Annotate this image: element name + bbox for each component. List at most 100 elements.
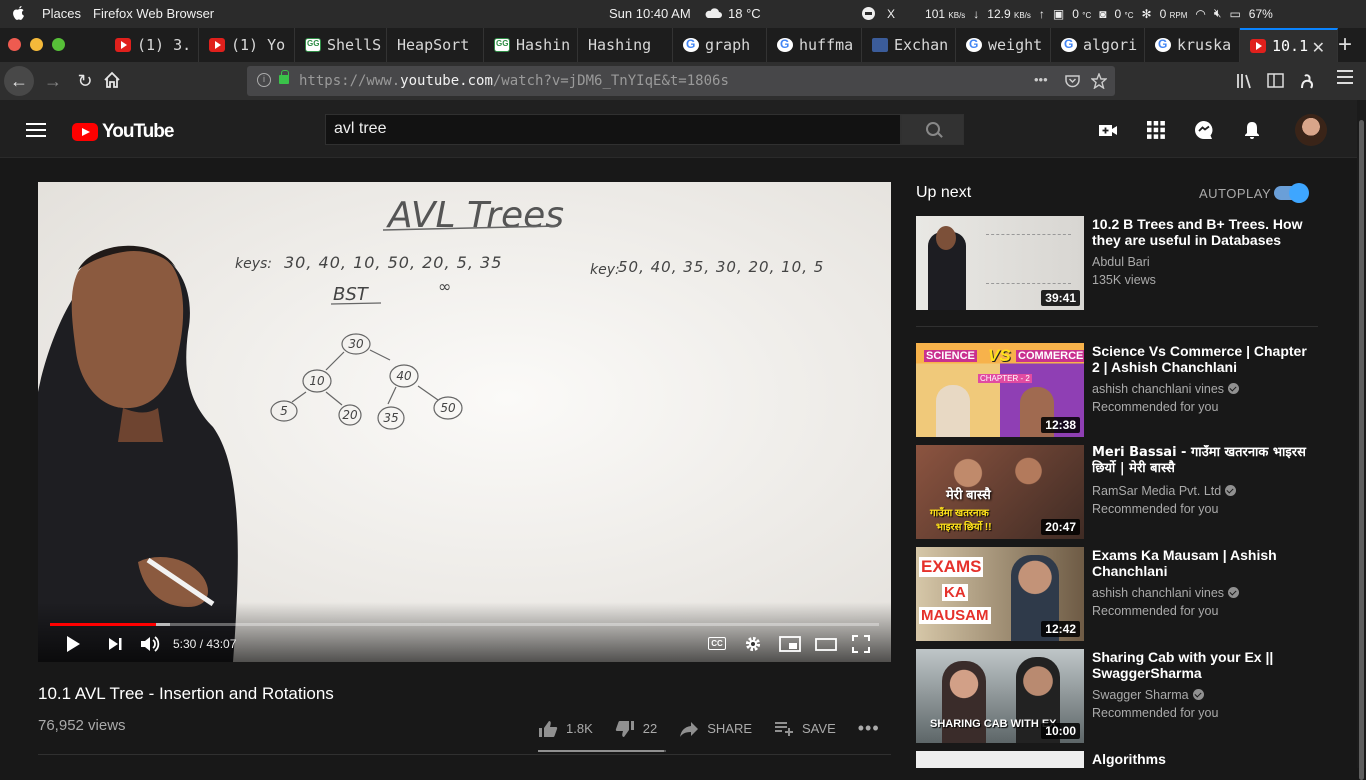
tab-8[interactable]: Exchan (862, 28, 956, 62)
channel-name[interactable]: RamSar Media Pvt. Ltd (1092, 482, 1237, 500)
video-progress-bar[interactable] (50, 623, 879, 626)
messages-icon[interactable] (1194, 120, 1214, 140)
tab-4[interactable]: Hashin (484, 28, 578, 62)
channel-name[interactable]: Swagger Sharma (1092, 686, 1218, 704)
channel-name[interactable]: Abdul Bari (1092, 253, 1156, 271)
play-icon[interactable] (64, 635, 82, 653)
new-tab-button[interactable]: + (1338, 31, 1352, 59)
reload-button[interactable]: ↻ (70, 66, 100, 96)
pocket-icon[interactable] (1065, 74, 1080, 88)
recommended-card[interactable]: Algorithms (916, 751, 1318, 768)
video-card-title[interactable]: Meri Bassai - गाउँमा खतरनाक भाइरस छिर्यो… (1092, 445, 1312, 477)
theater-mode-icon[interactable] (815, 635, 837, 653)
tab-1[interactable]: (1) Yo (199, 28, 295, 62)
battery-percent[interactable]: 67% (1249, 7, 1273, 21)
site-info-icon[interactable]: i (257, 73, 271, 87)
fullscreen-icon[interactable] (852, 635, 870, 653)
share-arrow-icon (680, 721, 699, 737)
next-video-icon[interactable] (106, 635, 124, 653)
sidebar-icon[interactable] (1267, 73, 1284, 88)
create-video-icon[interactable] (1098, 120, 1118, 140)
autoplay-toggle[interactable] (1274, 183, 1309, 203)
youtube-logo[interactable]: YouTube (72, 121, 174, 143)
dislike-button[interactable]: 22 (615, 720, 657, 738)
tab-9[interactable]: weight (956, 28, 1051, 62)
places-menu[interactable]: Places (42, 6, 81, 21)
search-input[interactable]: avl tree (325, 114, 901, 145)
thumbnail-title-line1: मेरी बास्सै (946, 487, 991, 502)
recommended-card[interactable]: SCIENCE VS COMMERCE CHAPTER - 2 12:38 Sc… (916, 343, 1318, 437)
tab-5[interactable]: Hashing (578, 28, 673, 62)
forward-button[interactable]: → (38, 66, 68, 96)
channel-name[interactable]: ashish chanchlani vines (1092, 380, 1240, 398)
apps-grid-icon[interactable] (1146, 120, 1166, 140)
url-bar[interactable]: i https://www.youtube.com/watch?v=jDM6_T… (247, 66, 1115, 96)
open-menu-button[interactable] (1337, 70, 1353, 84)
bookmark-star-icon[interactable] (1091, 73, 1107, 89)
video-thumbnail[interactable]: EXAMS KA MAUSAM 12:42 (916, 547, 1084, 641)
subtitles-button[interactable]: CC (708, 637, 726, 650)
video-card-title[interactable]: Algorithms (1092, 751, 1312, 767)
tab-0[interactable]: (1) 3. (105, 28, 199, 62)
miniplayer-icon[interactable] (779, 635, 801, 653)
url-text[interactable]: https://www.youtube.com/watch?v=jDM6_TnY… (299, 73, 729, 89)
share-button[interactable]: SHARE (679, 721, 752, 737)
close-tab-icon[interactable]: ✕ (1312, 38, 1325, 58)
video-thumbnail[interactable]: 39:41 (916, 216, 1084, 310)
tray-x[interactable]: X (887, 7, 895, 21)
extension-icon[interactable] (1299, 72, 1315, 90)
video-thumbnail[interactable]: SHARING CAB WITH EX 10:00 (916, 649, 1084, 743)
video-card-title[interactable]: Sharing Cab with your Ex || SwaggerSharm… (1092, 649, 1312, 681)
tab-6[interactable]: graph (673, 28, 767, 62)
library-icon[interactable] (1236, 73, 1253, 89)
save-button[interactable]: SAVE (774, 721, 836, 737)
like-button[interactable]: 1.8K (538, 720, 593, 738)
video-thumbnail[interactable]: मेरी बास्सै गाउँमा खतरनाक भाइरस छिर्यो !… (916, 445, 1084, 539)
video-card-title[interactable]: 10.2 B Trees and B+ Trees. How they are … (1092, 216, 1312, 248)
active-app-name[interactable]: Firefox Web Browser (93, 6, 214, 21)
tab-2[interactable]: ShellS (295, 28, 387, 62)
channel-name[interactable]: ashish chanchlani vines (1092, 584, 1240, 602)
video-card-title[interactable]: Exams Ka Mausam | Ashish Chanchlani (1092, 547, 1312, 579)
volume-icon[interactable] (140, 635, 160, 653)
notifications-bell-icon[interactable] (1242, 120, 1262, 140)
page-actions-button[interactable]: ••• (1034, 72, 1048, 87)
tab-label: Hashing (588, 36, 652, 54)
volume-icon[interactable]: 🔇︎ (1214, 6, 1222, 21)
guide-menu-button[interactable] (26, 123, 46, 137)
tab-11[interactable]: kruska (1145, 28, 1240, 62)
recommended-card[interactable]: मेरी बास्सै गाउँमा खतरनाक भाइरस छिर्यो !… (916, 445, 1318, 539)
do-not-disturb-icon[interactable] (862, 7, 875, 20)
clock[interactable]: Sun 10:40 AM (609, 6, 691, 21)
tab-7[interactable]: huffma (767, 28, 862, 62)
account-avatar[interactable] (1295, 114, 1327, 146)
video-player[interactable]: AVL Trees keys: 30, 40, 10, 50, 20, 5, 3… (38, 182, 891, 662)
settings-gear-icon[interactable] (744, 635, 762, 653)
up-next-heading: Up next (916, 184, 972, 201)
video-thumbnail[interactable] (916, 751, 1084, 768)
minimize-window-button[interactable] (30, 38, 43, 51)
video-thumbnail[interactable]: SCIENCE VS COMMERCE CHAPTER - 2 12:38 (916, 343, 1084, 437)
tab-3[interactable]: HeapSort (387, 28, 484, 62)
tab-10[interactable]: algori (1051, 28, 1145, 62)
recommended-card[interactable]: EXAMS KA MAUSAM 12:42 Exams Ka Mausam | … (916, 547, 1318, 641)
wifi-icon[interactable]: ◠ (1195, 7, 1205, 21)
apple-icon[interactable] (10, 5, 26, 22)
lock-icon[interactable] (279, 70, 289, 84)
maximize-window-button[interactable] (52, 38, 65, 51)
back-button[interactable]: ← (4, 66, 34, 96)
video-card-title[interactable]: Science Vs Commerce | Chapter 2 | Ashish… (1092, 343, 1312, 375)
page-scrollbar[interactable] (1357, 100, 1366, 780)
weather[interactable]: 18 °C (704, 6, 761, 21)
more-actions-button[interactable]: ••• (858, 718, 880, 739)
battery-icon[interactable]: ▭ (1229, 7, 1240, 21)
tab-12[interactable]: 10.1 ✕ (1240, 28, 1338, 62)
up-next-card[interactable]: 39:41 10.2 B Trees and B+ Trees. How the… (916, 216, 1318, 310)
recommendation-reason: Recommended for you (1092, 502, 1219, 516)
close-window-button[interactable] (8, 38, 21, 51)
info-separator (38, 754, 891, 755)
home-icon[interactable] (102, 70, 122, 90)
scrollbar-thumb[interactable] (1359, 120, 1364, 780)
search-button[interactable] (901, 114, 964, 145)
recommended-card[interactable]: SHARING CAB WITH EX 10:00 Sharing Cab wi… (916, 649, 1318, 743)
